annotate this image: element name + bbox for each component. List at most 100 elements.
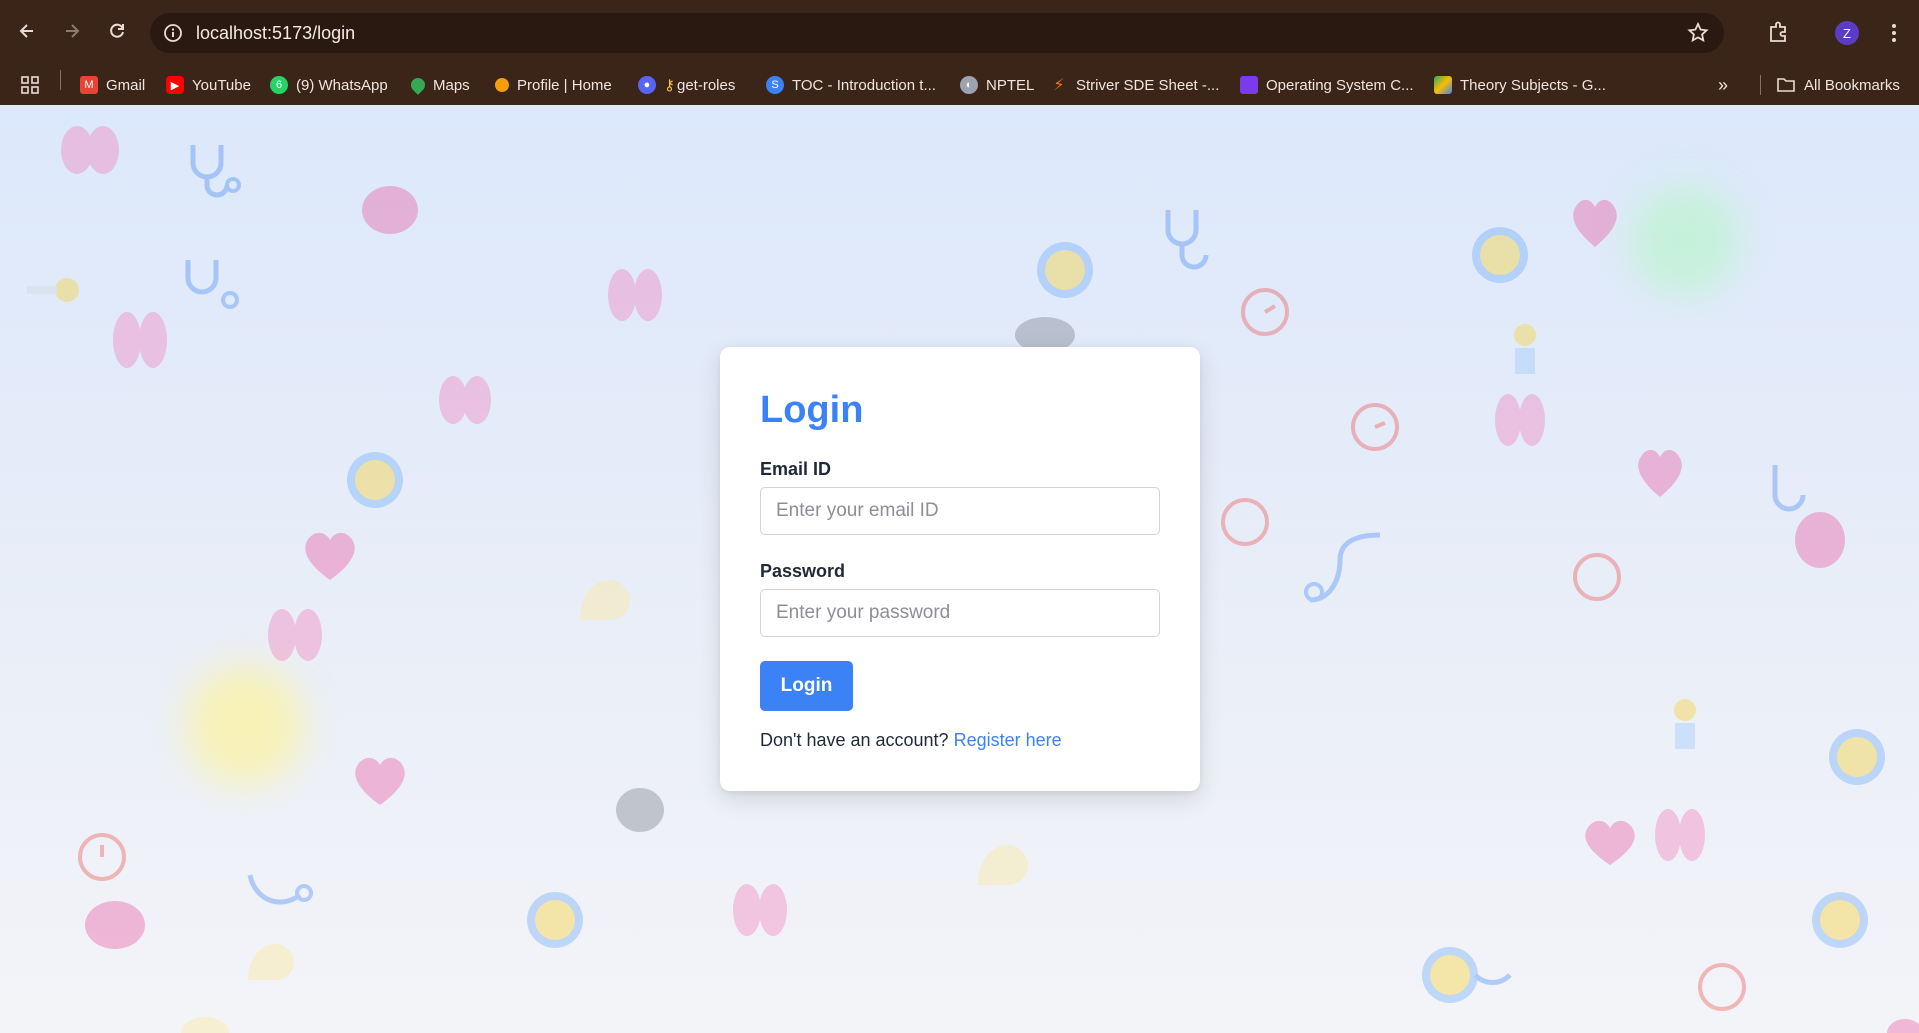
bookmark-gmail[interactable]: M Gmail [80, 73, 145, 97]
heart-organ-icon [1585, 820, 1635, 865]
bookmarks-divider [1760, 75, 1761, 95]
bookmark-label: (9) WhatsApp [296, 76, 388, 94]
all-bookmarks-label: All Bookmarks [1804, 76, 1900, 94]
stopwatch-icon [1221, 498, 1269, 546]
login-card: Login Email ID Password Login Don't have… [720, 347, 1200, 791]
flexed-arm-icon [580, 580, 630, 620]
bookmark-get-roles[interactable]: ● ⚷ get-roles [638, 73, 735, 97]
back-button[interactable] [12, 16, 42, 46]
lungs-icon [439, 376, 491, 424]
bookmark-operating-system[interactable]: Operating System C... [1240, 73, 1414, 97]
url-text[interactable]: localhost:5173/login [196, 23, 355, 44]
lungs-icon [61, 126, 119, 174]
email-label: Email ID [760, 459, 832, 479]
bookmark-label: Operating System C... [1266, 76, 1414, 94]
browser-toolbar: localhost:5173/login Z [0, 0, 1919, 65]
bookmark-label: YouTube [192, 76, 251, 94]
bookmarks-bar: M Gmail ▶ YouTube 6 (9) WhatsApp Maps Pr… [0, 65, 1919, 105]
maps-icon [408, 75, 428, 95]
lungs-icon [268, 609, 322, 661]
site-info-icon[interactable] [162, 22, 184, 44]
bookmark-label: Theory Subjects - G... [1460, 76, 1606, 94]
profile-avatar[interactable]: Z [1835, 21, 1859, 45]
stopwatch-icon [1698, 963, 1746, 1011]
forward-button[interactable] [57, 16, 87, 46]
bookmark-star-icon[interactable] [1686, 21, 1710, 45]
brain-icon [1795, 512, 1845, 568]
stopwatch-icon [1351, 403, 1399, 451]
bookmark-striver[interactable]: ⚡ Striver SDE Sheet -... [1050, 73, 1219, 97]
stethoscope-icon [1165, 210, 1209, 270]
stopwatch-icon [1241, 288, 1289, 336]
reload-icon [110, 23, 124, 38]
password-field[interactable] [760, 589, 1160, 637]
gmail-icon: M [80, 76, 98, 94]
doctor-icon [1674, 699, 1696, 749]
doctor-icon [27, 278, 79, 302]
flexed-arm-icon [248, 944, 294, 980]
bookmark-label: Maps [433, 76, 470, 94]
login-page: Login Email ID Password Login Don't have… [0, 105, 1919, 1033]
address-bar[interactable]: localhost:5173/login [150, 13, 1724, 53]
dizzy-face-icon [1422, 947, 1512, 1003]
globe-icon: ◐ [960, 76, 978, 94]
lungs-icon [1495, 394, 1545, 446]
more-menu-icon[interactable] [1884, 20, 1904, 46]
flexed-arm-icon [978, 845, 1028, 885]
dizzy-face-icon [1829, 729, 1885, 785]
bookmark-label: Profile | Home [517, 76, 612, 94]
bookmark-whatsapp[interactable]: 6 (9) WhatsApp [270, 73, 388, 97]
apps-divider [60, 70, 61, 90]
bookmark-profile-home[interactable]: Profile | Home [495, 73, 612, 97]
login-button[interactable]: Login [760, 661, 853, 711]
key-icon: ⚷ [664, 77, 675, 94]
browser-chrome: localhost:5173/login Z M Gmail ▶ YouTube… [0, 0, 1919, 105]
drive-icon [1434, 76, 1452, 94]
brain-icon [362, 186, 418, 234]
heart-organ-icon [1638, 449, 1682, 497]
bookmark-nptel[interactable]: ◐ NPTEL [960, 73, 1034, 97]
apps-grid-icon[interactable] [20, 73, 40, 97]
more-bookmarks-chevron-icon[interactable]: » [1718, 73, 1728, 97]
bookmark-maps[interactable]: Maps [408, 73, 470, 97]
dizzy-face-icon [527, 892, 583, 948]
stethoscope-icon [190, 145, 241, 198]
toc-icon: S [766, 76, 784, 94]
heart-organ-icon [1887, 1019, 1919, 1033]
stopwatch-icon [1573, 553, 1621, 601]
profile-icon [495, 78, 509, 92]
lungs-icon [1655, 809, 1705, 861]
bookmark-label: Gmail [106, 76, 146, 94]
bookmark-label: TOC - Introduction t... [792, 76, 936, 94]
dizzy-face-icon [1472, 227, 1528, 283]
striver-icon: ⚡ [1053, 77, 1065, 94]
apple-icon [616, 788, 664, 832]
heart-organ-icon [305, 532, 355, 580]
whatsapp-icon: 6 [270, 76, 288, 94]
register-link[interactable]: Register here [954, 730, 1062, 750]
reload-button[interactable] [102, 16, 132, 46]
stethoscope-icon [185, 260, 239, 309]
stethoscope-icon [247, 874, 313, 905]
bookmark-toc[interactable]: S TOC - Introduction t... [766, 73, 936, 97]
bookmark-theory-subjects[interactable]: Theory Subjects - G... [1434, 73, 1606, 97]
doctor-icon [1514, 324, 1536, 374]
bookmark-youtube[interactable]: ▶ YouTube [166, 73, 251, 97]
register-prompt: Don't have an account? Register here [760, 730, 1062, 751]
stopwatch-icon [78, 833, 126, 881]
arrow-left-icon [19, 24, 33, 38]
arrow-right-icon [66, 24, 80, 38]
bookmark-label: get-roles [677, 76, 736, 94]
lungs-icon [113, 312, 167, 368]
folder-icon [1777, 78, 1795, 92]
bookmark-label: Striver SDE Sheet -... [1076, 76, 1220, 94]
email-field[interactable] [760, 487, 1160, 535]
os-icon [1240, 76, 1258, 94]
heart-organ-icon [1573, 199, 1617, 247]
login-title: Login [760, 389, 864, 431]
heart-organ-icon [355, 757, 405, 805]
decor-glow-yellow [185, 665, 305, 785]
extensions-icon[interactable] [1766, 19, 1792, 45]
lungs-icon [608, 269, 662, 321]
all-bookmarks-button[interactable]: All Bookmarks [1776, 73, 1900, 97]
